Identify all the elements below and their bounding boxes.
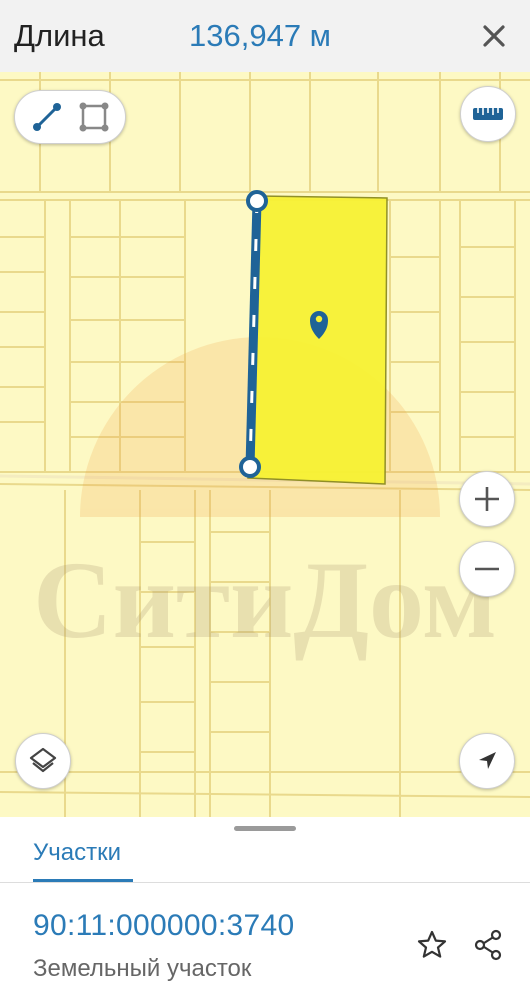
parcel-type-label: Земельный участок — [33, 955, 252, 982]
svg-text:СитиДом: СитиДом — [33, 539, 497, 661]
sheet-drag-handle[interactable] — [234, 826, 296, 831]
zoom-in-button[interactable] — [459, 471, 515, 527]
close-button[interactable] — [474, 16, 514, 56]
measurement-value: 136,947 м — [189, 18, 331, 53]
tab-parcels[interactable]: Участки — [33, 839, 121, 867]
favorite-button[interactable] — [412, 925, 452, 965]
zoom-out-button[interactable] — [459, 541, 515, 597]
tab-divider — [0, 882, 530, 883]
measure-area-icon — [79, 102, 108, 132]
measure-start-point[interactable] — [246, 190, 268, 212]
measure-area-button[interactable] — [72, 95, 116, 139]
bottom-sheet: Участки 90:11:000000:3740 Земельный учас… — [0, 817, 530, 1000]
parcel-cadastral-number[interactable]: 90:11:000000:3740 — [33, 909, 294, 943]
share-icon — [474, 929, 502, 961]
cadastral-map: СитиДом — [0, 72, 530, 817]
measure-mode-title: Длина — [14, 18, 105, 53]
share-button[interactable] — [468, 925, 508, 965]
measure-header: Длина 136,947 м — [0, 0, 530, 72]
map-view[interactable]: СитиДом — [0, 72, 530, 817]
app: Длина 136,947 м СитиДом Участки 90:11:00… — [0, 0, 530, 1000]
measure-line-icon — [32, 103, 61, 131]
measure-line-button[interactable] — [25, 95, 69, 139]
ruler-button[interactable] — [460, 86, 516, 142]
layers-icon — [29, 747, 57, 773]
measure-end-point[interactable] — [239, 456, 261, 478]
my-location-button[interactable] — [459, 733, 515, 789]
navigation-arrow-icon — [479, 752, 496, 769]
ruler-icon — [473, 108, 503, 120]
plus-icon — [475, 487, 499, 511]
measure-mode-group — [14, 90, 126, 144]
selected-parcel[interactable] — [247, 195, 388, 485]
close-icon — [483, 25, 505, 47]
minus-icon — [475, 567, 499, 571]
layers-button[interactable] — [15, 733, 71, 789]
star-icon — [417, 930, 447, 958]
